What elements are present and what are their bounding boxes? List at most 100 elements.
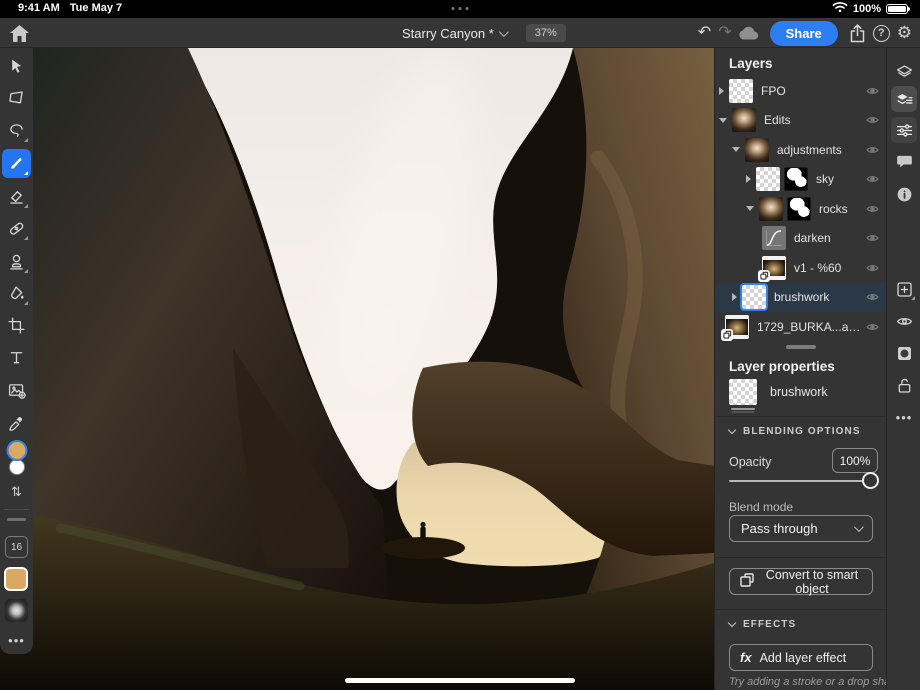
- clone-stamp-tool[interactable]: [2, 247, 31, 276]
- info-panel-icon[interactable]: [891, 181, 917, 207]
- layer-thumbnail: [759, 197, 783, 221]
- background-color-well[interactable]: [9, 459, 25, 475]
- zoom-level-badge[interactable]: 37%: [526, 24, 566, 42]
- lock-panel-icon[interactable]: [891, 372, 917, 398]
- layer-thumbnail: [732, 108, 756, 132]
- disclosure-triangle-icon[interactable]: [732, 293, 737, 301]
- opacity-slider-knob[interactable]: [862, 472, 879, 489]
- layer-row[interactable]: brushwork: [715, 283, 887, 313]
- brush-color-swatch[interactable]: [4, 567, 28, 591]
- disclosure-triangle-icon[interactable]: [732, 147, 740, 152]
- layer-row[interactable]: sky: [715, 165, 887, 195]
- disclosure-triangle-icon[interactable]: [746, 206, 754, 211]
- eraser-tool[interactable]: [2, 182, 31, 211]
- crop-tool[interactable]: [2, 311, 31, 340]
- disclosure-triangle-icon[interactable]: [719, 118, 727, 123]
- disclosure-triangle-icon[interactable]: [719, 87, 724, 95]
- undo-button[interactable]: ↶: [698, 25, 711, 41]
- layer-visibility-eye-icon[interactable]: [866, 320, 879, 333]
- blend-mode-select[interactable]: Pass through: [729, 515, 873, 542]
- opacity-label: Opacity: [729, 455, 771, 469]
- opacity-value-field[interactable]: 100%: [832, 448, 878, 473]
- layer-row[interactable]: FPO: [715, 76, 887, 106]
- tool-options-indicator: [24, 269, 28, 273]
- smart-object-badge-icon: [758, 270, 770, 282]
- transform-tool[interactable]: [2, 84, 31, 113]
- layer-mask-thumbnail: [784, 167, 808, 191]
- add-layer-panel-icon[interactable]: [891, 276, 917, 302]
- export-icon[interactable]: [849, 24, 866, 43]
- tool-options-drag-handle[interactable]: [7, 518, 26, 521]
- brush-hardness-preview[interactable]: [5, 599, 28, 622]
- layer-row[interactable]: darken: [715, 224, 887, 254]
- tool-options-more-button[interactable]: •••: [0, 633, 33, 648]
- brush-tool[interactable]: [2, 149, 31, 178]
- share-button[interactable]: Share: [770, 21, 838, 46]
- visibility-panel-icon[interactable]: [891, 308, 917, 334]
- smart-object-thumbnail: [725, 315, 749, 339]
- opacity-slider[interactable]: [729, 480, 873, 482]
- mask-panel-icon[interactable]: [891, 340, 917, 366]
- more-panel-icon[interactable]: •••: [891, 404, 917, 430]
- panel-resize-handle[interactable]: [786, 345, 816, 349]
- layer-name: 1729_BURKA...anced-NR33: [757, 320, 861, 334]
- photoshop-ipad-app: 9:41 AM Tue May 7 100% Starry Canyon *: [0, 0, 920, 690]
- status-bar: 9:41 AM Tue May 7 100%: [0, 0, 920, 18]
- layer-row[interactable]: rocks: [715, 194, 887, 224]
- brush-size-field[interactable]: 16: [5, 536, 28, 558]
- place-image-tool[interactable]: [2, 376, 31, 405]
- tool-options-indicator: [24, 138, 28, 142]
- layer-list-panel-icon[interactable]: [891, 86, 917, 112]
- layer-visibility-eye-icon[interactable]: [866, 202, 879, 215]
- settings-gear-icon[interactable]: ⚙: [897, 23, 912, 43]
- layer-row[interactable]: Edits: [715, 106, 887, 136]
- move-tool[interactable]: [2, 52, 31, 81]
- multitask-indicator-icon: [452, 7, 469, 10]
- layer-visibility-eye-icon[interactable]: [866, 261, 879, 274]
- layers-panel-title: Layers: [729, 56, 773, 71]
- adjustments-panel-icon[interactable]: [891, 117, 917, 143]
- smart-object-thumbnail: [762, 256, 786, 280]
- layer-row[interactable]: v1 - %60: [715, 253, 887, 283]
- layer-row[interactable]: adjustments: [715, 135, 887, 165]
- battery-icon: [886, 4, 908, 14]
- document-canvas[interactable]: [0, 48, 714, 690]
- layer-name: rocks: [819, 202, 861, 216]
- help-button[interactable]: ?: [873, 25, 890, 42]
- blending-options-header[interactable]: BLENDING OPTIONS: [729, 426, 861, 437]
- home-button[interactable]: [7, 21, 31, 45]
- layer-row[interactable]: 1729_BURKA...anced-NR33: [715, 312, 887, 342]
- layer-visibility-eye-icon[interactable]: [866, 114, 879, 127]
- chevron-down-icon: [499, 27, 509, 37]
- layers-panel-icon[interactable]: [891, 59, 917, 85]
- layer-name: FPO: [761, 84, 861, 98]
- clock: 9:41 AM: [18, 2, 60, 14]
- layer-visibility-eye-icon[interactable]: [866, 143, 879, 156]
- layer-visibility-eye-icon[interactable]: [866, 232, 879, 245]
- wifi-icon: [832, 1, 848, 16]
- document-title-dropdown[interactable]: Starry Canyon *: [402, 26, 506, 41]
- convert-to-smart-object-button[interactable]: Convert to smart object: [729, 568, 873, 595]
- layers-panel: Layers FPO Editsadjustments sky rocks darken…: [714, 48, 886, 690]
- canvas-artwork: [0, 48, 714, 690]
- healing-tool[interactable]: [2, 214, 31, 243]
- add-layer-effect-button[interactable]: fx Add layer effect: [729, 644, 873, 671]
- layer-name: sky: [816, 172, 861, 186]
- swap-colors-icon[interactable]: ⇅: [0, 484, 33, 500]
- layer-visibility-eye-icon[interactable]: [866, 173, 879, 186]
- eyedropper-tool[interactable]: [2, 409, 31, 438]
- layer-visibility-eye-icon[interactable]: [866, 291, 879, 304]
- chevron-down-icon: [728, 426, 736, 434]
- home-indicator[interactable]: [345, 678, 575, 683]
- comment-panel-icon[interactable]: [891, 148, 917, 174]
- lasso-tool[interactable]: [2, 116, 31, 145]
- redo-button[interactable]: ↷: [718, 25, 731, 41]
- disclosure-triangle-icon[interactable]: [746, 175, 751, 183]
- type-tool[interactable]: [2, 343, 31, 372]
- foreground-color-well[interactable]: [8, 442, 25, 459]
- selected-layer-name: brushwork: [770, 385, 828, 399]
- fill-tool[interactable]: [2, 279, 31, 308]
- layer-visibility-eye-icon[interactable]: [866, 84, 879, 97]
- cloud-sync-icon[interactable]: [739, 26, 759, 40]
- effects-header[interactable]: EFFECTS: [729, 619, 796, 630]
